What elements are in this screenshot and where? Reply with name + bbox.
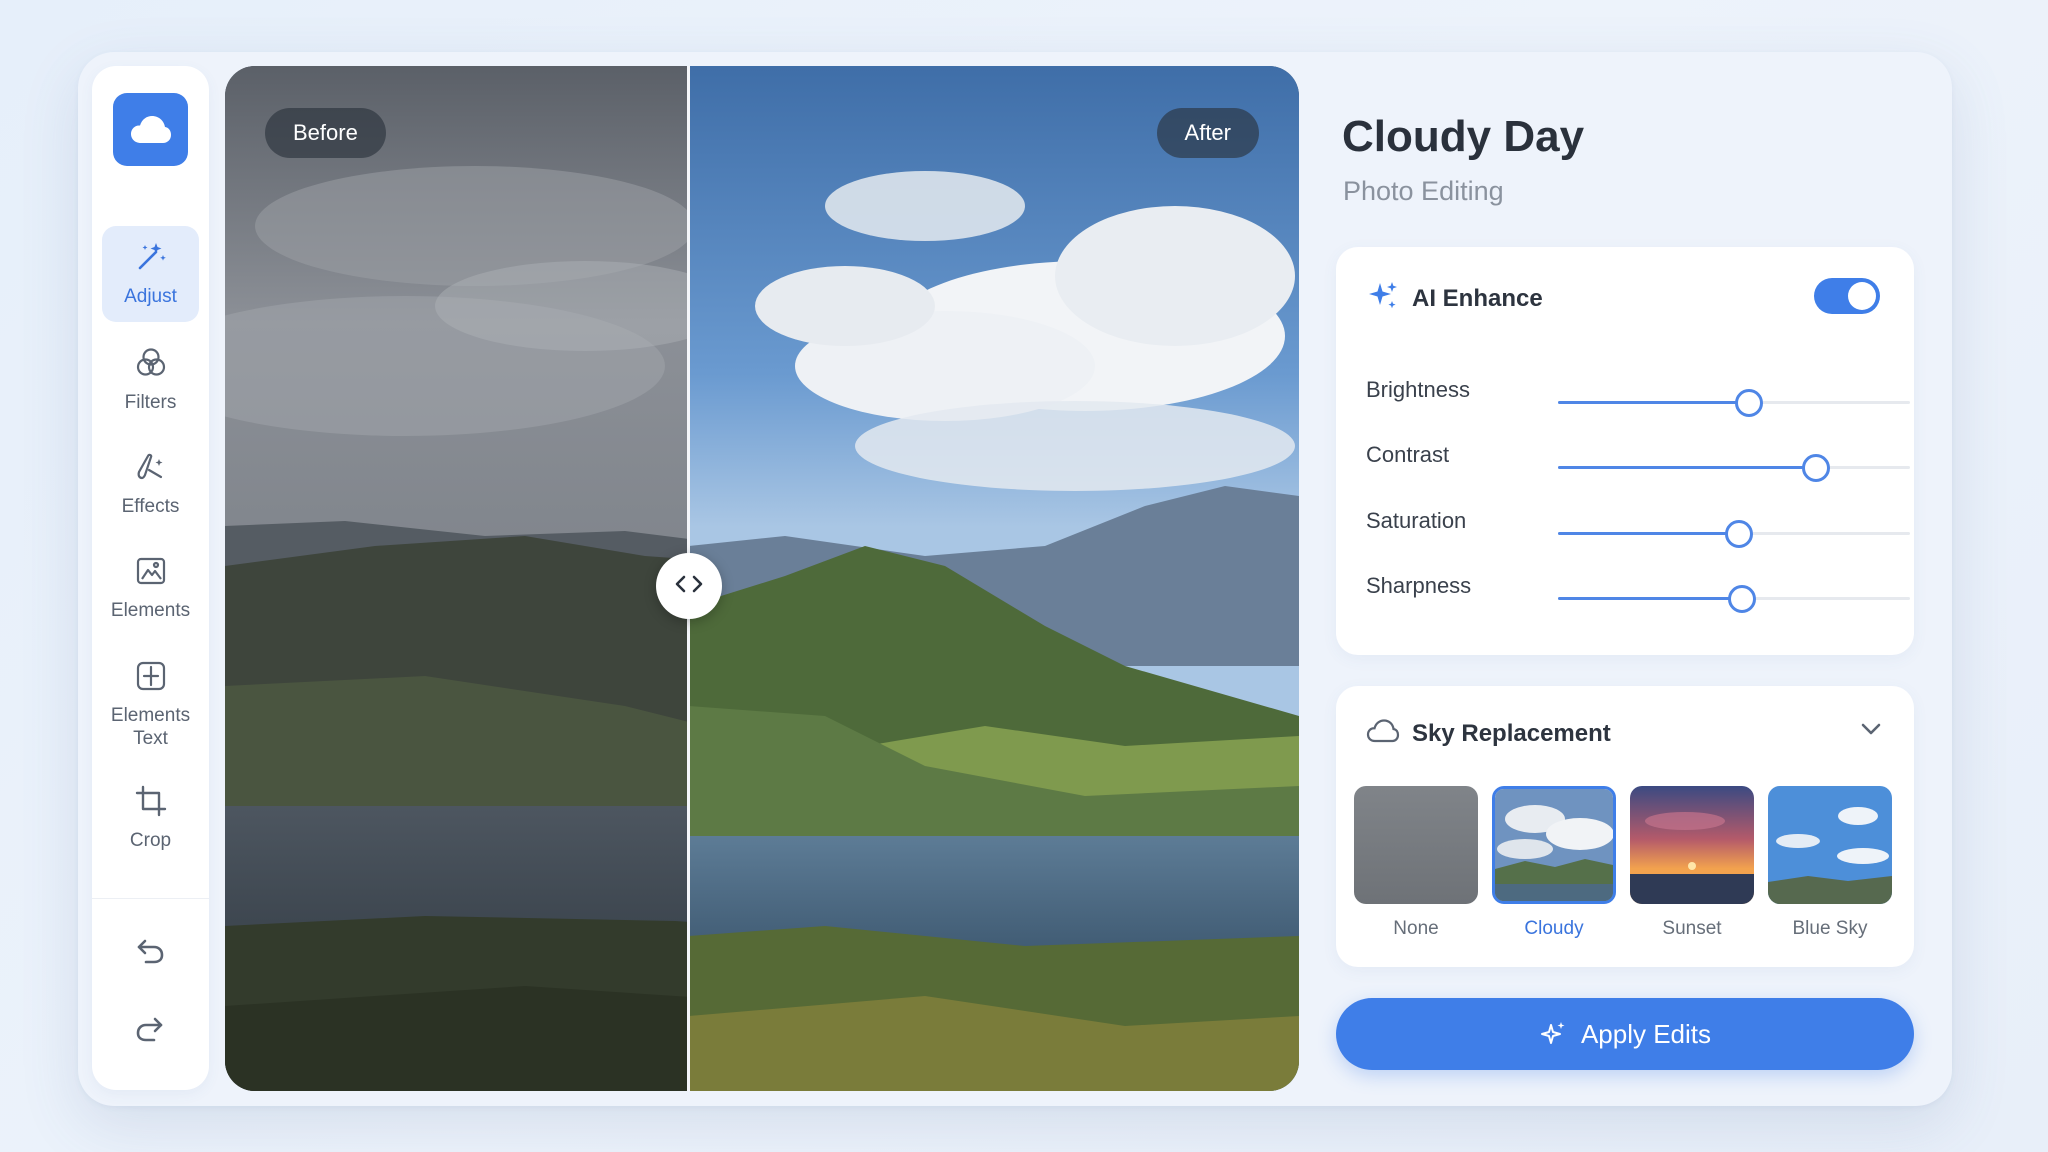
slider-contrast: Contrast <box>1366 442 1910 482</box>
tool-text-label: Elements Text <box>111 704 190 750</box>
before-image <box>225 66 689 1091</box>
sky-cloudy-thumb <box>1492 786 1616 904</box>
before-label: Before <box>265 108 386 158</box>
tool-filters[interactable]: Filters <box>102 332 199 428</box>
slider-brightness-track[interactable] <box>1558 389 1910 417</box>
tool-crop-label: Crop <box>129 830 172 851</box>
chevron-down-icon[interactable] <box>1860 722 1882 741</box>
tool-effects-label: Effects <box>121 496 180 517</box>
slider-sharpness: Sharpness <box>1366 573 1910 613</box>
after-image <box>689 66 1299 1091</box>
cloud-icon[interactable] <box>113 93 188 166</box>
tool-filters-label: Filters <box>124 392 177 413</box>
slider-contrast-fill <box>1558 466 1815 469</box>
slider-saturation-thumb[interactable] <box>1724 520 1753 548</box>
slider-brightness-label: Brightness <box>1366 377 1470 402</box>
tool-crop[interactable]: Crop <box>102 770 199 866</box>
toggle-knob <box>1848 282 1876 310</box>
sky-option-cloudy[interactable]: Cloudy <box>1492 786 1616 940</box>
slider-brightness-thumb[interactable] <box>1735 389 1764 417</box>
sky-option-blue-sky-label: Blue Sky <box>1792 918 1868 939</box>
ai-enhance-label: AI Enhance <box>1412 284 1543 312</box>
project-subtitle: Photo Editing <box>1343 176 1504 206</box>
tool-sidebar: Adjust Filters Effects Elements Elements… <box>92 66 209 1090</box>
slider-saturation-label: Saturation <box>1366 508 1467 533</box>
tool-text-label-line2: Text <box>133 727 168 749</box>
cloud-outline-icon <box>1366 718 1400 749</box>
slider-contrast-track[interactable] <box>1558 454 1910 482</box>
redo-icon <box>134 1013 166 1050</box>
tool-adjust[interactable]: Adjust <box>102 226 199 322</box>
slider-brightness-fill <box>1558 401 1749 404</box>
magic-wand-icon <box>134 240 168 279</box>
chevron-left-right-icon <box>674 574 704 599</box>
ai-enhance-toggle[interactable] <box>1814 278 1880 314</box>
tool-effects[interactable]: Effects <box>102 436 199 532</box>
slider-sharpness-fill <box>1558 597 1742 600</box>
project-title: Cloudy Day <box>1342 112 1585 161</box>
sky-option-none-label: None <box>1393 918 1439 939</box>
undo-icon <box>134 935 166 972</box>
apply-edits-button[interactable]: Apply Edits <box>1336 998 1914 1070</box>
sidebar-divider <box>92 898 209 899</box>
sky-option-cloudy-label: Cloudy <box>1524 918 1584 939</box>
photo-canvas[interactable]: Before After <box>225 66 1299 1091</box>
ai-enhance-card: AI Enhance Brightness Contrast Saturatio… <box>1336 247 1914 655</box>
sky-sunset-thumb <box>1630 786 1754 904</box>
slider-sharpness-thumb[interactable] <box>1728 585 1757 613</box>
sky-option-none[interactable]: None <box>1354 786 1478 940</box>
apply-edits-label: Apply Edits <box>1580 1018 1712 1049</box>
slider-sharpness-track[interactable] <box>1558 585 1910 613</box>
slider-brightness: Brightness <box>1366 377 1910 417</box>
sparkle-icon <box>1366 279 1400 318</box>
undo-button[interactable] <box>125 928 175 978</box>
sky-option-sunset[interactable]: Sunset <box>1630 786 1754 940</box>
slider-saturation: Saturation <box>1366 508 1910 548</box>
brush-sparkle-icon <box>134 450 168 489</box>
crop-icon <box>134 784 168 823</box>
sky-replacement-header[interactable]: Sky Replacement <box>1366 718 1611 749</box>
slider-contrast-label: Contrast <box>1366 442 1450 467</box>
slider-saturation-track[interactable] <box>1558 520 1910 548</box>
sky-option-sunset-label: Sunset <box>1662 918 1722 939</box>
sky-none-thumb <box>1354 786 1478 904</box>
after-label: After <box>1156 108 1259 158</box>
slider-contrast-thumb[interactable] <box>1801 454 1830 482</box>
slider-saturation-fill <box>1558 532 1738 535</box>
slider-sharpness-label: Sharpness <box>1366 573 1472 598</box>
sky-option-blue-sky[interactable]: Blue Sky <box>1768 786 1892 940</box>
sparkle-icon <box>1539 1020 1567 1048</box>
redo-button[interactable] <box>125 1006 175 1056</box>
text-box-icon <box>134 659 168 698</box>
filters-icon <box>134 346 168 385</box>
sky-blue-thumb <box>1768 786 1892 904</box>
image-frame-icon <box>134 554 168 593</box>
sky-replacement-card: Sky Replacement None Cloudy Sunset Blue … <box>1336 686 1914 967</box>
tool-elements[interactable]: Elements <box>102 540 199 636</box>
tool-text-label-line1: Elements <box>110 704 191 726</box>
sky-replacement-label: Sky Replacement <box>1412 719 1611 747</box>
tool-elements-label: Elements <box>110 600 191 621</box>
tool-adjust-label: Adjust <box>124 286 177 307</box>
split-handle[interactable] <box>656 553 722 619</box>
tool-text[interactable]: Elements Text <box>102 646 199 762</box>
ai-enhance-header: AI Enhance <box>1366 279 1543 318</box>
